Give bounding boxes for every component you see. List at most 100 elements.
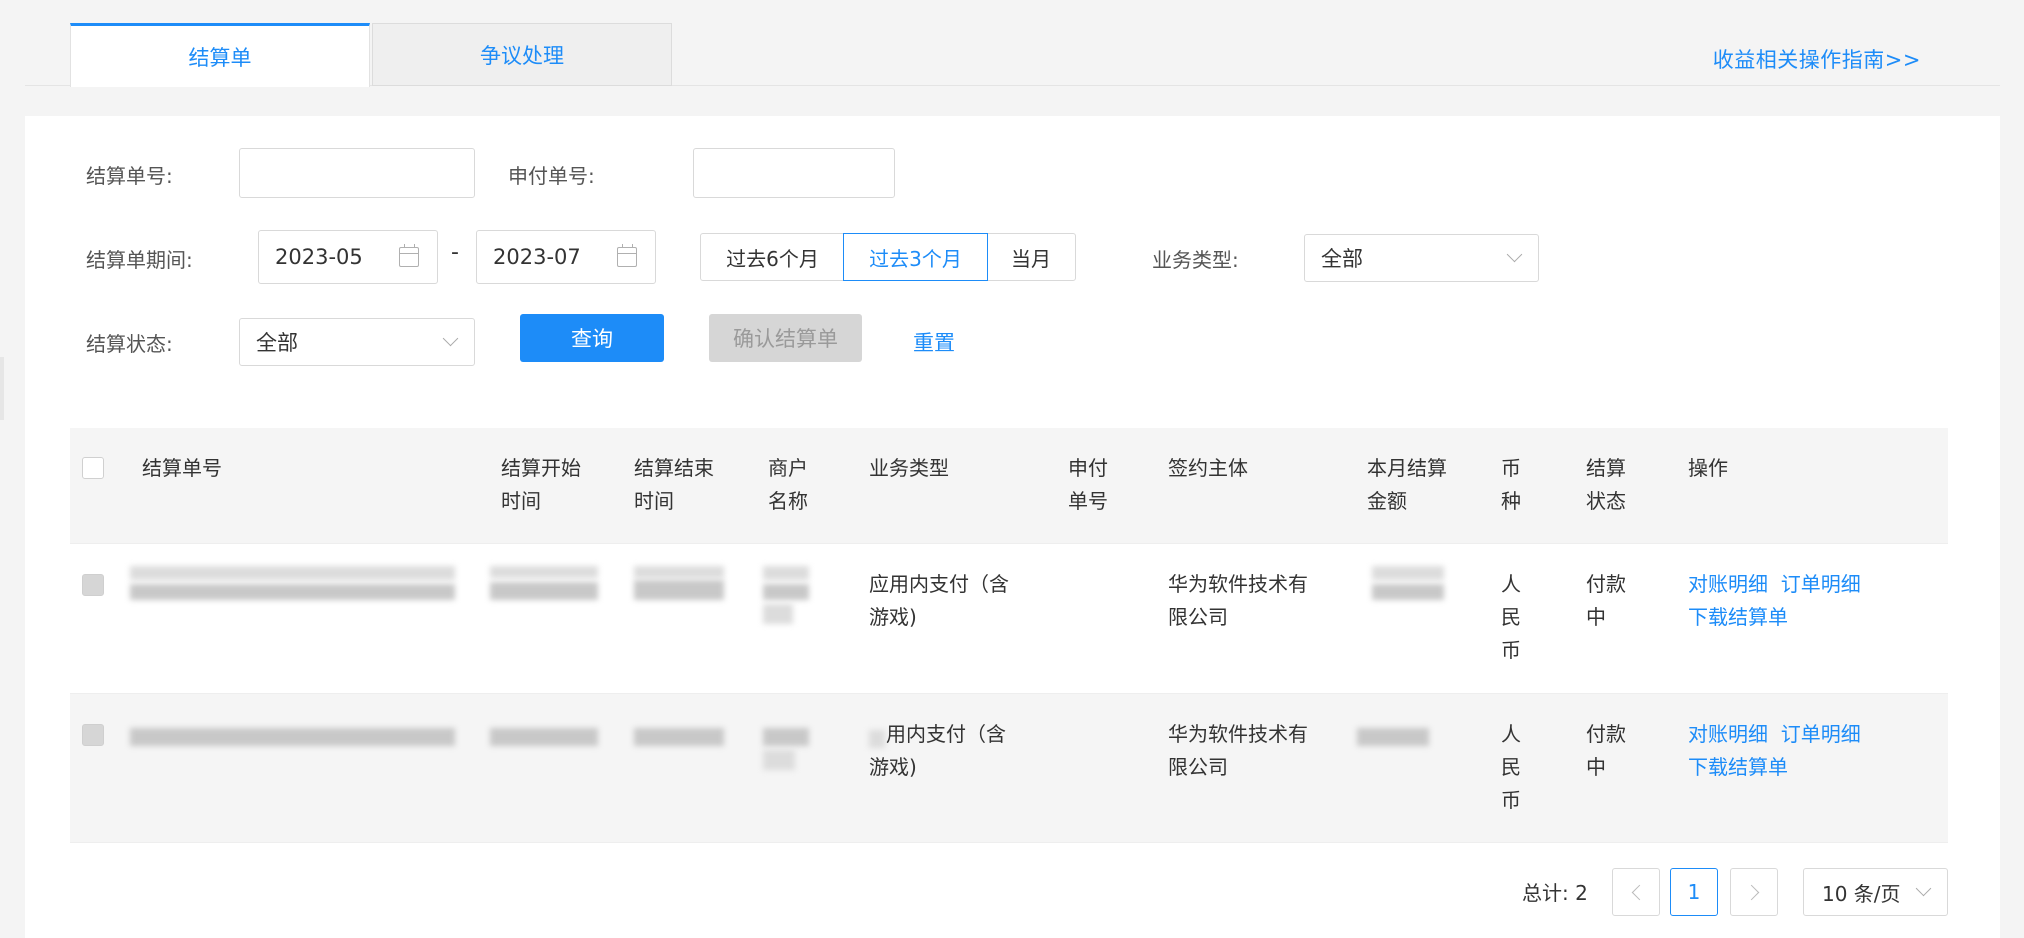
tab-settlement[interactable]: 结算单 (70, 23, 370, 87)
redacted-biz-prefix (869, 730, 885, 748)
row-currency-char: 币 (1501, 788, 1521, 812)
biz-type-label: 业务类型: (1152, 248, 1239, 272)
redacted-settlement-no (130, 566, 455, 580)
redacted-merchant (763, 566, 809, 580)
order-detail-link[interactable]: 订单明细 (1781, 722, 1861, 746)
header-start-line2: 时间 (501, 489, 541, 513)
row-actions: 对账明细 订单明细 下载结算单 (1688, 718, 1861, 784)
download-settlement-link[interactable]: 下载结算单 (1688, 605, 1788, 629)
calendar-icon (399, 244, 419, 267)
header-end-line2: 时间 (634, 489, 674, 513)
tab-settlement-label: 结算单 (188, 45, 252, 70)
redacted-merchant (763, 750, 795, 770)
redacted-start-time (490, 566, 598, 578)
redacted-amount (1372, 584, 1444, 600)
row-biz-type-line2: 游戏) (869, 605, 917, 629)
header-currency-line1: 币 (1501, 456, 1521, 480)
row-biz-type-line1: 用内支付（含 (886, 722, 1006, 746)
row-status-line2: 中 (1586, 755, 1606, 779)
status-select[interactable]: 全部 (239, 318, 475, 366)
redacted-settlement-no (130, 584, 455, 600)
row-entity-line1: 华为软件技术有 (1168, 572, 1308, 596)
payment-no-label: 申付单号: (508, 164, 595, 188)
row-entity: 华为软件技术有 限公司 (1168, 568, 1308, 634)
redacted-end-time (634, 566, 724, 578)
header-entity: 签约主体 (1168, 456, 1248, 480)
table-header: 结算单号 结算开始 时间 结算结束 时间 商户 名称 业务类型 申付 单号 签约主体 本… (70, 428, 1948, 544)
tab-dispute[interactable]: 争议处理 (372, 23, 672, 86)
row-status: 付款中 (1586, 718, 1626, 784)
settlement-no-label: 结算单号: (86, 164, 173, 188)
payment-no-input[interactable] (693, 148, 895, 198)
next-page-button[interactable] (1730, 868, 1778, 916)
range-6-months[interactable]: 过去6个月 (700, 233, 845, 281)
header-status: 结算 状态 (1586, 452, 1626, 518)
header-currency: 币种 (1501, 452, 1521, 518)
header-merchant: 商户 名称 (768, 452, 808, 518)
header-end-line1: 结算结束 (634, 456, 714, 480)
reconciliation-detail-link[interactable]: 对账明细 (1688, 572, 1768, 596)
download-settlement-link[interactable]: 下载结算单 (1688, 755, 1788, 779)
row-entity-line1: 华为软件技术有 (1168, 722, 1308, 746)
period-end-picker[interactable]: 2023-07 (476, 230, 656, 284)
confirm-settlement-button: 确认结算单 (709, 314, 862, 362)
header-payment-no: 申付 单号 (1068, 452, 1108, 518)
side-handle (0, 357, 4, 420)
revenue-guide-link[interactable]: 收益相关操作指南>> (1713, 44, 1921, 74)
row-biz-type-line1: 应用内支付（含 (869, 572, 1009, 596)
biz-type-value: 全部 (1321, 247, 1363, 271)
redacted-settlement-no (130, 728, 455, 746)
row-checkbox (82, 724, 104, 746)
period-end-value: 2023-07 (493, 245, 581, 269)
row-currency-char: 民 (1501, 605, 1521, 629)
row-status-line1: 付款 (1586, 572, 1626, 596)
prev-page-button[interactable] (1612, 868, 1660, 916)
chevron-down-icon (1915, 880, 1932, 897)
redacted-amount (1357, 728, 1429, 746)
range-3-months[interactable]: 过去3个月 (843, 233, 988, 281)
header-settlement-no: 结算单号 (142, 456, 222, 480)
total-count: 2 (1575, 881, 1588, 905)
status-label: 结算状态: (86, 332, 173, 356)
header-currency-line2: 种 (1501, 489, 1521, 513)
header-amount: 本月结算 金额 (1367, 452, 1447, 518)
header-start-time: 结算开始 时间 (501, 452, 581, 518)
reconciliation-detail-link[interactable]: 对账明细 (1688, 722, 1768, 746)
header-actions: 操作 (1688, 456, 1728, 480)
biz-type-select[interactable]: 全部 (1304, 234, 1539, 282)
row-currency-char: 币 (1501, 638, 1521, 662)
header-status-line2: 状态 (1586, 489, 1626, 513)
row-biz-type: 应用内支付（含 游戏) (869, 568, 1009, 634)
chevron-down-icon (442, 330, 459, 347)
status-value: 全部 (256, 331, 298, 355)
period-start-picker[interactable]: 2023-05 (258, 230, 438, 284)
header-end-time: 结算结束 时间 (634, 452, 714, 518)
table-row: 用内支付（含 游戏) 华为软件技术有 限公司 人民币 付款中 对账明细 订单明细 下… (70, 694, 1948, 843)
row-status: 付款中 (1586, 568, 1626, 634)
order-detail-link[interactable]: 订单明细 (1781, 572, 1861, 596)
row-biz-type-line2: 游戏) (869, 755, 917, 779)
page-size-select[interactable]: 10 条/页 (1803, 868, 1948, 916)
row-currency-char: 人 (1501, 722, 1521, 746)
header-payment-line2: 单号 (1068, 489, 1108, 513)
header-status-line1: 结算 (1586, 456, 1626, 480)
page-1-button[interactable]: 1 (1670, 868, 1718, 916)
redacted-start-time (490, 728, 598, 746)
calendar-icon (617, 244, 637, 267)
row-currency-char: 人 (1501, 572, 1521, 596)
tab-dispute-label: 争议处理 (480, 43, 564, 68)
redacted-amount (1372, 566, 1444, 580)
chevron-left-icon (1631, 884, 1647, 900)
reset-link[interactable]: 重置 (913, 327, 955, 357)
row-currency-char: 民 (1501, 755, 1521, 779)
range-current-month[interactable]: 当月 (986, 233, 1076, 281)
settlement-no-input[interactable] (239, 148, 475, 198)
header-start-line1: 结算开始 (501, 456, 581, 480)
select-all-checkbox[interactable] (82, 457, 104, 479)
row-status-line2: 中 (1586, 605, 1606, 629)
redacted-end-time (634, 580, 724, 600)
pagination-total: 总计: 2 (1522, 877, 1588, 906)
redacted-end-time (634, 728, 724, 746)
query-button[interactable]: 查询 (520, 314, 664, 362)
row-checkbox (82, 574, 104, 596)
